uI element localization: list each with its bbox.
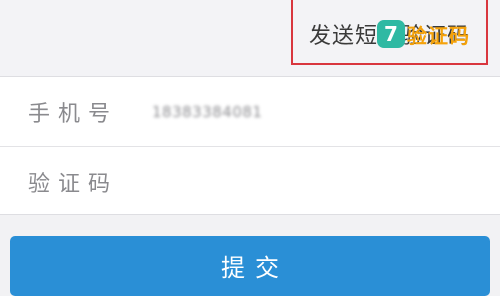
code-row[interactable]: 验证码 <box>0 146 500 216</box>
watermark-badge-icon: 7 <box>377 20 405 48</box>
send-sms-code-button[interactable]: 发送短信验证码 7 验证码 <box>291 0 488 65</box>
code-label: 验证码 <box>28 171 119 197</box>
verification-code-input[interactable] <box>152 160 476 203</box>
login-form: 手机号 18383384081 验证码 <box>0 76 500 215</box>
submit-button[interactable]: 提交 <box>10 236 490 296</box>
watermark-text: 验证码 <box>407 23 470 48</box>
submit-label: 提交 <box>221 254 289 282</box>
phone-field[interactable]: 18383384081 <box>152 103 262 121</box>
phone-row[interactable]: 手机号 18383384081 <box>0 77 500 146</box>
watermark-logo: 7 验证码 <box>377 19 470 49</box>
phone-label: 手机号 <box>28 101 119 127</box>
